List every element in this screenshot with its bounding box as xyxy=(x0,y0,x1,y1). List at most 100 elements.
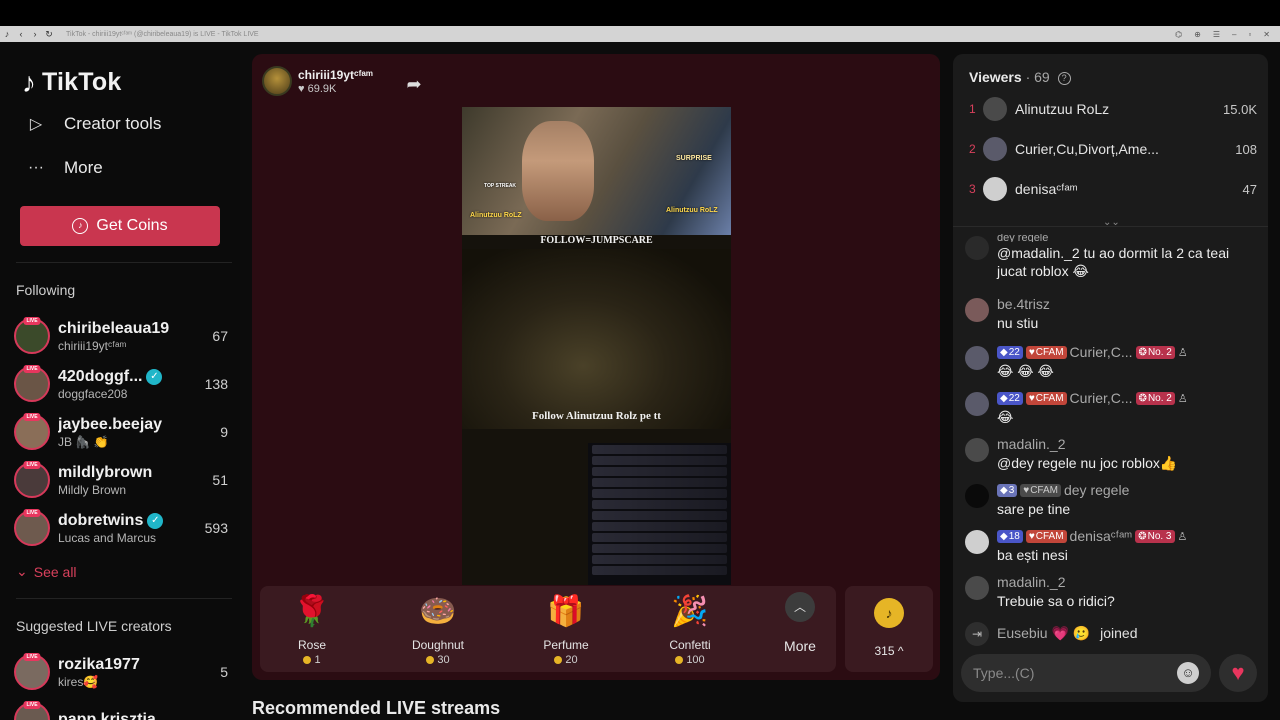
game-view xyxy=(462,249,731,429)
avatar xyxy=(983,177,1007,201)
maximize-icon[interactable]: ▫ xyxy=(1248,30,1251,39)
host-info[interactable]: chiriii19ytᶜᶠᵃᵐ ♥ 69.9K xyxy=(262,66,373,96)
host-avatar xyxy=(262,66,292,96)
emoji-icon[interactable]: ☺ xyxy=(1177,662,1199,684)
get-coins-button[interactable]: ♪ Get Coins xyxy=(20,206,220,246)
reload-icon[interactable]: ↻ xyxy=(42,29,56,40)
cam-name-left: Alinutzuu RoLZ xyxy=(470,212,522,219)
more-gifts-button[interactable]: ︿ More xyxy=(770,592,830,654)
following-item[interactable]: LIVE 420doggf... ✓ doggface208 138 xyxy=(14,362,228,406)
nav-more-label: More xyxy=(64,158,103,177)
nav-more[interactable]: ··· More xyxy=(24,158,103,178)
rose-icon: 🌹 xyxy=(293,595,331,628)
stream-video[interactable]: SURPRISE TOP STREAK Alinutzuu RoLZ Alinu… xyxy=(462,107,731,585)
back-arrow-icon[interactable]: ‹ xyxy=(14,29,28,39)
suggested-item[interactable]: LIVE rozika1977 kires🥰 5 xyxy=(14,650,228,694)
message-user[interactable]: madalin._2 xyxy=(997,436,1261,452)
message-text: ba ești nesi xyxy=(997,547,1068,563)
avatar xyxy=(965,236,989,260)
top-viewer-row[interactable]: 2 Curier,Cu,Divorț,Ame... 108 xyxy=(969,136,1257,162)
join-notice: ⇥ Eusebiu 💗 🥲 joined xyxy=(965,620,1261,646)
suggested-username: rozika1977 xyxy=(58,655,140,673)
gift-rose[interactable]: 🌹 Rose 1 xyxy=(272,592,352,666)
rank-badge: ❂ No. 2 xyxy=(1135,345,1175,359)
suggested-item[interactable]: LIVE papp.krisztia xyxy=(14,698,228,720)
viewer-name: Curier,Cu,Divorț,Ame... xyxy=(1015,141,1159,157)
chat-input[interactable] xyxy=(973,665,1173,681)
top-viewer-row[interactable]: 3 denisaᶜᶠᵃᵐ 47 xyxy=(969,176,1257,202)
see-all-link[interactable]: ⌄ See all xyxy=(16,563,77,580)
suggested-display-name: kires🥰 xyxy=(58,674,99,689)
gift-doughnut[interactable]: 🍩 Doughnut 30 xyxy=(398,592,478,666)
chat-message: dey regele @madalin._2 tu ao dormit la 2… xyxy=(965,234,1261,280)
join-user[interactable]: Eusebiu 💗 🥲 xyxy=(997,625,1090,641)
following-item[interactable]: LIVE chiribeleaua19 chiriii19ytᶜᶠᵃᵐ 67 xyxy=(14,314,228,358)
doughnut-icon: 🍩 xyxy=(419,595,457,628)
moderator-icon: ♙ xyxy=(1177,392,1188,405)
like-heart-button[interactable]: ♥ xyxy=(1219,654,1257,692)
gift-name: Confetti xyxy=(669,638,711,652)
suggested-title: Suggested LIVE creators xyxy=(16,618,172,634)
help-icon[interactable]: ? xyxy=(1057,72,1071,85)
share-icon[interactable]: ➦ xyxy=(400,70,428,98)
close-icon[interactable]: ✕ xyxy=(1263,30,1270,39)
following-viewer-count: 67 xyxy=(212,328,228,344)
browser-controls: ⌬ ⊕ ☰ – ▫ ✕ xyxy=(1175,30,1280,39)
zoom-icon[interactable]: ⊕ xyxy=(1194,30,1201,39)
avatar: LIVE xyxy=(14,701,50,720)
message-user: ◆ 18 ♥ CFAM denisaᶜᶠᵃᵐ ❂ No. 3 ♙ xyxy=(997,528,1261,544)
expand-chevron-icon[interactable]: ⌄⌄ xyxy=(1103,217,1120,228)
message-text: @dey regele nu joc roblox👍 xyxy=(997,455,1178,471)
tiktok-logo[interactable]: ♪ TikTok xyxy=(22,68,121,97)
following-item[interactable]: LIVE mildlybrown Mildly Brown 51 xyxy=(14,458,228,502)
message-body: ◆ 3 ♥ CFAM dey regele sare pe tine xyxy=(997,482,1261,518)
nav-creator-tools[interactable]: ▷ Creator tools xyxy=(24,114,161,134)
host-name: chiriii19ytᶜᶠᵃᵐ xyxy=(298,67,373,82)
message-username[interactable]: Curier,C... xyxy=(1070,344,1133,360)
join-icon: ⇥ xyxy=(965,622,989,646)
following-item[interactable]: LIVE jaybee.beejay JB 🦍 👏 9 xyxy=(14,410,228,454)
chat-message: madalin._2 Trebuie sa o ridici? xyxy=(965,574,1261,610)
logo-text: TikTok xyxy=(42,68,122,96)
menu-icon[interactable]: ☰ xyxy=(1213,30,1220,39)
avatar: LIVE xyxy=(14,413,50,450)
nav-creator-tools-label: Creator tools xyxy=(64,114,162,133)
host-likes: ♥ 69.9K xyxy=(298,82,337,95)
message-body: madalin._2 Trebuie sa o ridici? xyxy=(997,574,1261,610)
minimize-icon[interactable]: – xyxy=(1232,30,1236,39)
message-username[interactable]: Curier,C... xyxy=(1070,390,1133,406)
message-username[interactable]: denisaᶜᶠᵃᵐ xyxy=(1070,528,1133,544)
message-user[interactable]: be.4trisz xyxy=(997,296,1261,312)
message-username[interactable]: dey regele xyxy=(1064,482,1129,498)
extension-icon[interactable]: ⌬ xyxy=(1175,30,1182,39)
following-item[interactable]: LIVE dobretwins ✓ Lucas and Marcus 593 xyxy=(14,506,228,550)
browser-bar: ♪ ‹ › ↻ TikTok - chiriii19ytᶜᶠᵃᵐ (@chiri… xyxy=(0,26,1280,42)
viewer-name: Alinutzuu RoLz xyxy=(1015,101,1110,117)
coin-icon xyxy=(554,656,563,664)
gift-perfume[interactable]: 🎁 Perfume 20 xyxy=(526,592,606,666)
message-user: ◆ 22 ♥ CFAM Curier,C... ❂ No. 2 ♙ xyxy=(997,390,1261,406)
live-badge: LIVE xyxy=(23,317,41,325)
moderator-icon: ♙ xyxy=(1177,530,1188,543)
fan-club-badge: ♥ CFAM xyxy=(1020,483,1061,497)
following-viewer-count: 138 xyxy=(204,376,228,392)
message-user[interactable]: dey regele xyxy=(997,234,1261,242)
gift-price: 100 xyxy=(650,654,730,666)
gift-name: Doughnut xyxy=(411,638,465,652)
gift-confetti[interactable]: 🎉 Confetti 100 xyxy=(650,592,730,666)
coin-balance-button[interactable]: ♪ 315 ^ xyxy=(845,586,933,672)
chat-message: ◆ 22 ♥ CFAM Curier,C... ❂ No. 2 ♙ 😂 xyxy=(965,390,1261,426)
caret-up-icon: ^ xyxy=(897,644,904,658)
top-viewer-row[interactable]: 1 Alinutzuu RoLz 15.0K xyxy=(969,96,1257,122)
suggested-username: papp.krisztia xyxy=(58,711,156,720)
message-user[interactable]: madalin._2 xyxy=(997,574,1261,590)
chat-input-box: ☺ xyxy=(961,654,1211,692)
avatar: LIVE xyxy=(14,365,50,402)
avatar xyxy=(983,137,1007,161)
following-viewer-count: 9 xyxy=(220,424,228,440)
sidebar: ♪ TikTok ▷ Creator tools ··· More ♪ Get … xyxy=(0,42,240,720)
message-body: madalin._2 @dey regele nu joc roblox👍 xyxy=(997,436,1261,472)
message-text: sare pe tine xyxy=(997,501,1071,517)
level-badge: ◆ 22 xyxy=(997,345,1023,359)
forward-arrow-icon[interactable]: › xyxy=(28,29,42,39)
